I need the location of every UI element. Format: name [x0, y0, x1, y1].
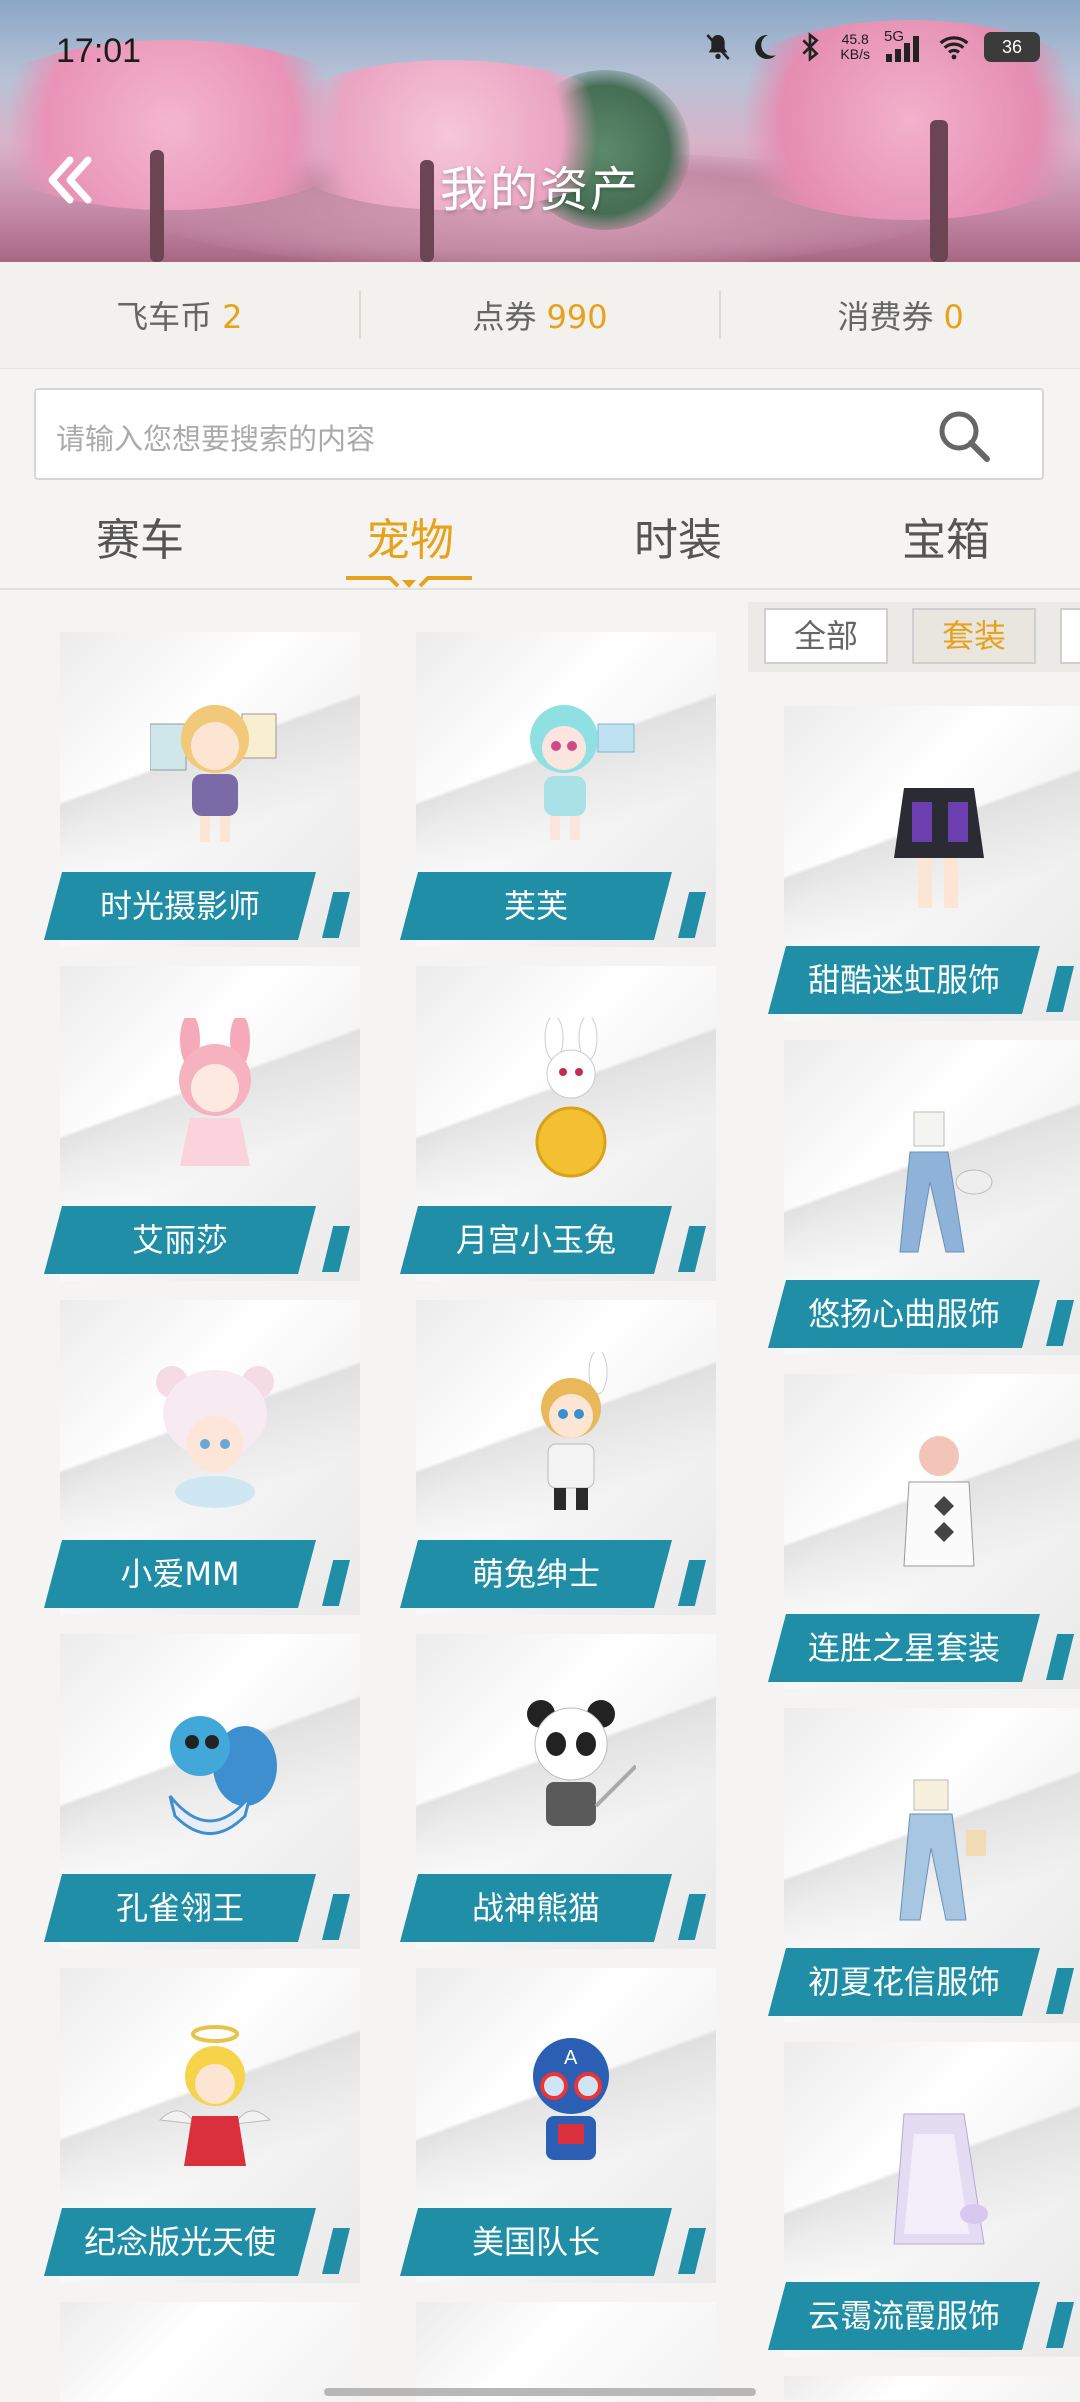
home-indicator[interactable] — [324, 2388, 756, 2396]
pet-avatar-icon — [541, 1352, 608, 1510]
svg-text:A: A — [564, 2047, 578, 2069]
status-time: 17:01 — [56, 32, 142, 70]
pet-name: 艾丽莎 — [44, 1206, 316, 1274]
pet-name: 小爱MM — [44, 1540, 316, 1608]
outfit-card[interactable]: 悠扬心曲服饰 — [784, 1040, 1080, 1355]
pet-card[interactable]: 芙芙 — [416, 632, 716, 947]
pet-card[interactable]: 孔雀翎王 — [60, 1634, 360, 1949]
pet-name: 时光摄影师 — [44, 872, 316, 940]
pet-name: 萌兔绅士 — [400, 1540, 672, 1608]
battery-icon: 36 — [984, 32, 1040, 62]
tab-pets[interactable]: 宠物 — [310, 504, 510, 568]
filter-more-button[interactable] — [1060, 608, 1080, 664]
pet-card[interactable]: 战神熊猫 — [416, 1634, 716, 1949]
bell-muted-icon — [706, 34, 731, 60]
pet-avatar-icon: A — [533, 2038, 609, 2160]
pet-card[interactable]: 艾丽莎 — [60, 966, 360, 1281]
pet-name: 纪念版光天使 — [44, 2208, 316, 2276]
pet-card[interactable]: A 美国队长 — [416, 1968, 716, 2283]
pet-card[interactable]: 小爱MM — [60, 1300, 360, 1615]
pet-card[interactable]: 时光摄影师 — [60, 632, 360, 947]
outfit-avatar-icon — [894, 788, 984, 908]
bluetooth-icon — [802, 32, 820, 62]
pet-name: 月宫小玉兔 — [400, 1206, 672, 1274]
outfit-name: 连胜之星套装 — [768, 1614, 1040, 1682]
outfit-card[interactable]: 初夏花信服饰 — [784, 1708, 1080, 2023]
search-input[interactable]: 请输入您想要搜索的内容 — [34, 388, 1044, 480]
pet-avatar-icon — [527, 1700, 636, 1826]
signal-icon: 5G — [884, 28, 924, 64]
outfit-name: 云霭流霞服饰 — [768, 2282, 1040, 2350]
outfit-avatar-icon — [893, 2113, 988, 2245]
pet-avatar-icon — [150, 705, 277, 842]
currency-xiaofeiquan: 消费券 0 — [837, 298, 964, 336]
page-title: 我的资产 — [439, 162, 640, 218]
moon-icon — [755, 34, 777, 59]
pet-name: 美国队长 — [400, 2208, 672, 2276]
wifi-icon — [939, 36, 969, 60]
category-tabs: 赛车 宠物 时装 宝箱 — [0, 492, 1080, 590]
pet-card-partial[interactable] — [416, 2302, 716, 2402]
outfit-name: 悠扬心曲服饰 — [768, 1280, 1040, 1348]
header-banner: 17:01 45.8 KB/s 5G 36 我的资产 — [0, 0, 1080, 262]
outfit-avatar-icon — [899, 1111, 993, 1253]
pet-avatar-icon — [530, 705, 635, 840]
search-icon[interactable] — [934, 406, 994, 466]
filter-all-button[interactable]: 全部 — [764, 608, 888, 664]
pet-avatar-icon — [158, 2025, 272, 2166]
pet-name: 战神熊猫 — [400, 1874, 672, 1942]
pet-avatar-icon — [156, 1366, 274, 1508]
outfit-card[interactable]: 甜酷迷虹服饰 — [784, 706, 1080, 1021]
pet-card[interactable]: 纪念版光天使 — [60, 1968, 360, 2283]
outfit-name: 甜酷迷虹服饰 — [768, 946, 1040, 1014]
pet-name: 芙芙 — [400, 872, 672, 940]
pet-avatar-icon — [168, 1716, 277, 1835]
tab-cars[interactable]: 赛车 — [40, 504, 240, 568]
pet-card[interactable]: 月宫小玉兔 — [416, 966, 716, 1281]
net-speed: 45.8 KB/s — [840, 31, 870, 62]
outfit-avatar-icon — [899, 1779, 986, 1921]
pet-avatar-icon — [535, 1018, 607, 1178]
outfit-name: 初夏花信服饰 — [768, 1948, 1040, 2016]
pet-card[interactable]: 萌兔绅士 — [416, 1300, 716, 1615]
outfit-card-partial[interactable] — [784, 2376, 1080, 2400]
outfit-card[interactable]: 连胜之星套装 — [784, 1374, 1080, 1689]
currency-feicheb: 飞车币 2 — [116, 298, 243, 336]
filter-set-button[interactable]: 套装 — [912, 608, 1036, 664]
tab-active-indicator — [346, 576, 472, 588]
pet-avatar-icon — [179, 1018, 251, 1166]
outfit-card[interactable]: 云霭流霞服饰 — [784, 2042, 1080, 2357]
tab-fashion[interactable]: 时装 — [578, 504, 778, 568]
currency-bar: 飞车币 2 点券 990 消费券 0 — [0, 262, 1080, 369]
pet-card-partial[interactable] — [60, 2302, 360, 2402]
filter-bar: 全部 套装 — [748, 602, 1080, 672]
pet-name: 孔雀翎王 — [44, 1874, 316, 1942]
currency-dianquan: 点券 990 — [472, 298, 608, 336]
status-bar: 17:01 45.8 KB/s 5G 36 — [0, 26, 1080, 86]
outfit-avatar-icon — [903, 1436, 975, 1567]
tab-chests[interactable]: 宝箱 — [846, 504, 1046, 568]
search-placeholder: 请输入您想要搜索的内容 — [56, 422, 376, 456]
